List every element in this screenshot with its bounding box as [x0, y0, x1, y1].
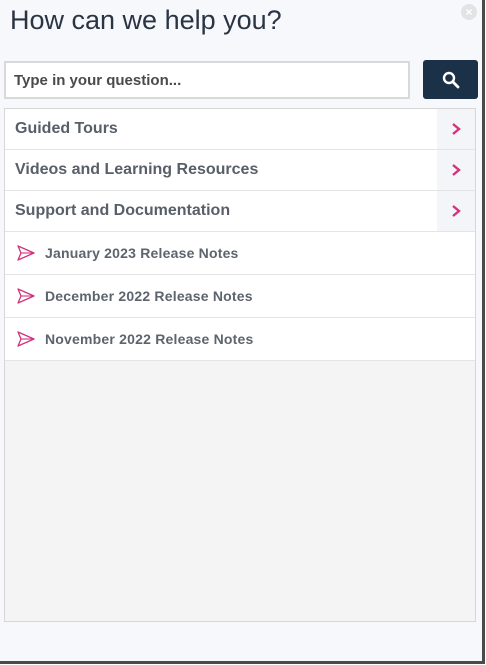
menu-item-guided-tours[interactable]: Guided Tours: [5, 109, 475, 150]
menu-item-label: Guided Tours: [15, 120, 118, 137]
chevron-right-icon[interactable]: [437, 150, 475, 190]
menu-item-label: Support and Documentation: [15, 202, 231, 219]
search-button[interactable]: [423, 60, 478, 99]
page-title: How can we help you?: [10, 5, 282, 35]
release-note-label: November 2022 Release Notes: [45, 331, 254, 347]
menu-item-support-docs[interactable]: Support and Documentation: [5, 191, 475, 232]
help-menu-list: Guided Tours Videos and Learning Resourc…: [4, 108, 476, 622]
menu-item-videos-learning[interactable]: Videos and Learning Resources: [5, 150, 475, 191]
close-icon[interactable]: ×: [461, 4, 477, 20]
menu-item-label: Videos and Learning Resources: [15, 161, 259, 178]
release-note-label: December 2022 Release Notes: [45, 288, 253, 304]
paper-plane-icon: [17, 245, 35, 261]
release-note-label: January 2023 Release Notes: [45, 245, 239, 261]
release-note-november-2022[interactable]: November 2022 Release Notes: [5, 318, 475, 361]
release-note-january-2023[interactable]: January 2023 Release Notes: [5, 232, 475, 275]
search-input[interactable]: [4, 61, 410, 99]
paper-plane-icon: [17, 288, 35, 304]
release-note-december-2022[interactable]: December 2022 Release Notes: [5, 275, 475, 318]
help-panel: How can we help you? × Guided Tours Vide…: [0, 0, 485, 664]
chevron-right-icon[interactable]: [437, 191, 475, 231]
search-icon: [442, 71, 459, 88]
paper-plane-icon: [17, 331, 35, 347]
chevron-right-icon[interactable]: [437, 109, 475, 149]
